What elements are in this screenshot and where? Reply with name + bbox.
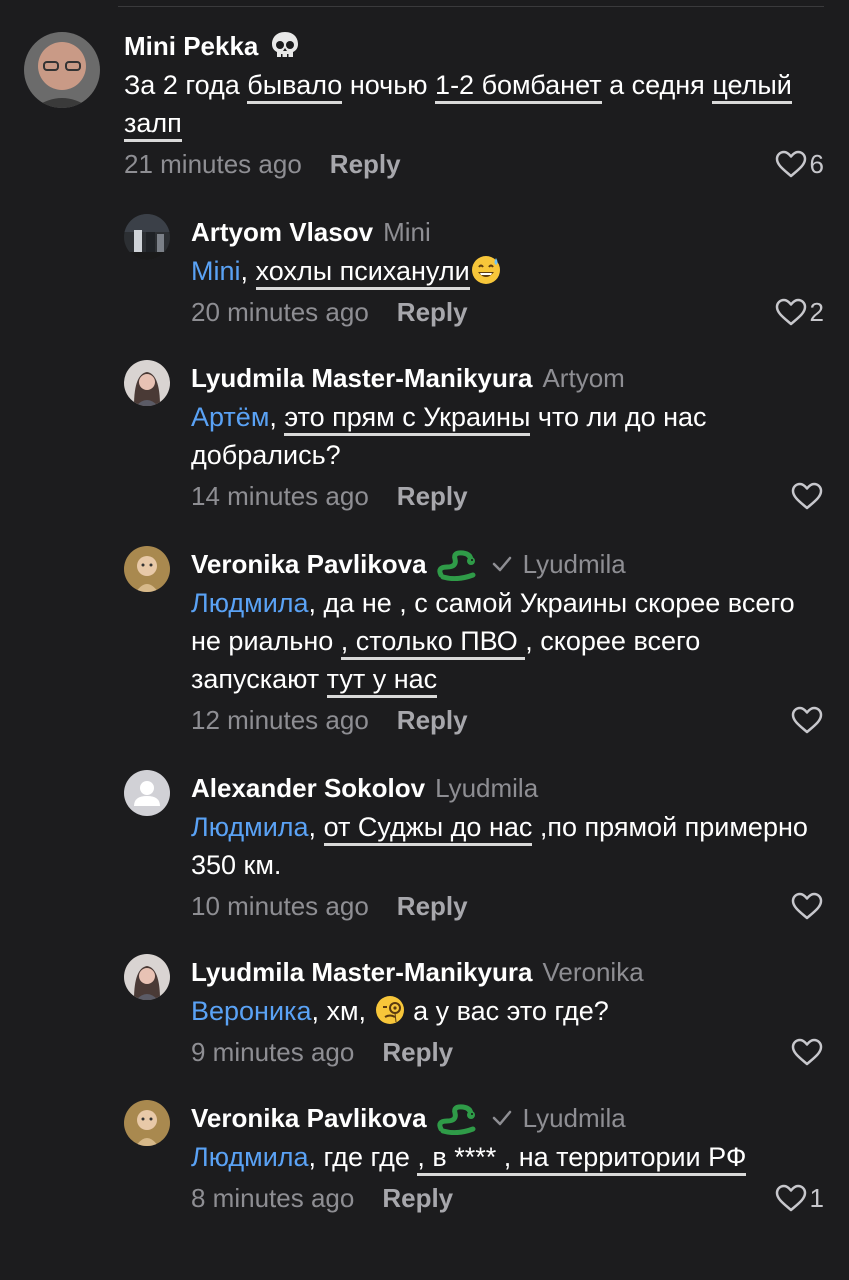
like-button[interactable]: 1 (774, 1183, 824, 1214)
comment-text: Людмила, да не , с самой Украины скорее … (191, 584, 824, 698)
heart-icon (791, 1038, 823, 1066)
comment-lyudmila-2: Lyudmila Master-Manikyura Veronika Верон… (0, 950, 849, 1080)
avatar[interactable] (124, 770, 170, 816)
comment-body: Artyom Vlasov Mini Mini, хохлы психанули… (191, 212, 824, 334)
comment-text: Mini, хохлы психанули (191, 252, 824, 290)
reply-to-label: Lyudmila (435, 772, 539, 803)
avatar[interactable] (124, 954, 170, 1000)
monocle-face-emoji-icon (375, 996, 404, 1024)
comment-alexander-sokolov: Alexander Sokolov Lyudmila Людмила, от С… (0, 766, 849, 936)
comment-body: Veronika Pavlikova Lyudmila Людмила, да … (191, 544, 824, 742)
comment-text: Артём, это прям с Украины что ли до нас … (191, 402, 707, 470)
reply-button[interactable]: Reply (382, 1183, 453, 1214)
author-name[interactable]: Lyudmila Master-Manikyura (191, 957, 532, 988)
author-name[interactable]: Alexander Sokolov (191, 773, 425, 804)
heart-icon (775, 150, 806, 178)
reply-button[interactable]: Reply (397, 705, 468, 736)
comment-text: За 2 года бывало ночью 1-2 бомбанет а се… (124, 66, 824, 142)
heart-icon (791, 706, 823, 734)
avatar[interactable] (124, 546, 170, 592)
like-button[interactable]: 6 (774, 149, 824, 180)
heart-icon (775, 298, 806, 326)
like-count: 1 (809, 1182, 824, 1213)
author-name[interactable]: Mini Pekka (124, 31, 258, 62)
snake-icon (436, 550, 476, 581)
timestamp: 9 minutes ago (191, 1036, 355, 1067)
like-button[interactable] (790, 1037, 824, 1067)
like-count: 6 (809, 148, 824, 179)
reply-to-label: Lyudmila (522, 548, 626, 579)
timestamp: 12 minutes ago (191, 704, 369, 735)
mention-link[interactable]: Людмила (191, 812, 309, 842)
author-name[interactable]: Veronika Pavlikova (191, 549, 427, 580)
reply-button[interactable]: Reply (330, 149, 401, 180)
like-button[interactable] (790, 481, 824, 511)
reply-to-label: Lyudmila (522, 1102, 626, 1133)
avatar[interactable] (124, 214, 170, 260)
avatar[interactable] (24, 32, 100, 108)
like-count: 2 (809, 296, 824, 327)
heart-icon (791, 892, 823, 920)
like-button[interactable] (790, 705, 824, 735)
timestamp: 20 minutes ago (191, 296, 369, 327)
timestamp: 14 minutes ago (191, 480, 369, 511)
author-name[interactable]: Lyudmila Master-Manikyura (191, 363, 532, 394)
grinning-sweat-emoji-icon (471, 256, 500, 284)
timestamp: 10 minutes ago (191, 890, 369, 921)
comment-text: Людмила, где где , в **** , на территори… (191, 1138, 824, 1176)
mention-link[interactable]: Mini (191, 256, 241, 286)
checkmark-icon (492, 556, 511, 572)
author-name[interactable]: Artyom Vlasov (191, 217, 373, 248)
comment-body: Lyudmila Master-Manikyura Veronika Верон… (191, 952, 824, 1074)
reply-button[interactable]: Reply (397, 891, 468, 922)
comment-text: Людмила, от Суджы до нас ,по прямой прим… (191, 812, 808, 880)
avatar[interactable] (124, 1100, 170, 1146)
reply-button[interactable]: Reply (397, 481, 468, 512)
author-name[interactable]: Veronika Pavlikova (191, 1103, 427, 1134)
comment-lyudmila-1: Lyudmila Master-Manikyura Artyom Артём, … (0, 356, 849, 526)
heart-icon (775, 1184, 806, 1212)
timestamp: 21 minutes ago (124, 148, 302, 179)
mention-link[interactable]: Вероника (191, 996, 311, 1026)
reply-to-label: Mini (383, 216, 431, 247)
mention-link[interactable]: Людмила (191, 588, 309, 618)
mention-link[interactable]: Людмила (191, 1142, 309, 1172)
reply-button[interactable]: Reply (397, 297, 468, 328)
snake-icon (436, 1104, 476, 1135)
comment-artyom-vlasov: Artyom Vlasov Mini Mini, хохлы психанули… (0, 210, 849, 340)
comment-text: Вероника, хм, а у вас это где? (191, 996, 609, 1026)
mention-link[interactable]: Артём (191, 402, 269, 432)
comment-veronika-2: Veronika Pavlikova Lyudmila Людмила, где… (0, 1096, 849, 1276)
comment-body: Veronika Pavlikova Lyudmila Людмила, где… (191, 1098, 824, 1220)
reply-to-label: Veronika (542, 956, 644, 987)
like-button[interactable] (790, 891, 824, 921)
top-divider (118, 6, 824, 7)
checkmark-icon (492, 1110, 511, 1126)
reply-button[interactable]: Reply (382, 1037, 453, 1068)
like-button[interactable]: 2 (774, 297, 824, 328)
skull-icon (272, 32, 299, 57)
timestamp: 8 minutes ago (191, 1182, 355, 1213)
comment-body: Alexander Sokolov Lyudmila Людмила, от С… (191, 768, 824, 928)
reply-to-label: Artyom (542, 362, 625, 393)
comment-mini-pekka: Mini Pekka За 2 года бывало ночью 1-2 бо… (0, 24, 849, 194)
comment-body: Lyudmila Master-Manikyura Artyom Артём, … (191, 358, 824, 518)
avatar[interactable] (124, 360, 170, 406)
comment-veronika-1: Veronika Pavlikova Lyudmila Людмила, да … (0, 542, 849, 752)
comment-body: Mini Pekka За 2 года бывало ночью 1-2 бо… (124, 26, 824, 186)
heart-icon (791, 482, 823, 510)
